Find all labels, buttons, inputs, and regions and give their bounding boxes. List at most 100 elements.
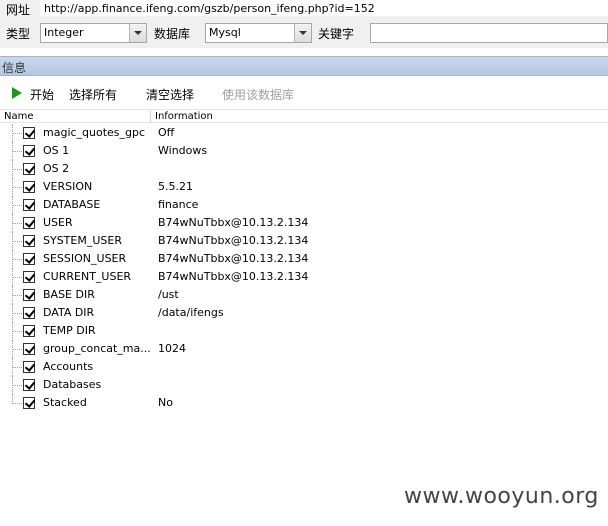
row-name: VERSION xyxy=(43,180,93,193)
tree-branch xyxy=(13,277,22,278)
row-checkbox[interactable] xyxy=(23,145,35,157)
tree-branch xyxy=(13,385,22,386)
type-select[interactable]: Integer xyxy=(40,23,147,43)
tree-row[interactable]: group_concat_ma... 1024 xyxy=(0,340,608,358)
row-name: OS 1 xyxy=(43,144,70,157)
tree-row[interactable]: SESSION_USER B74wNuTbbx@10.13.2.134 xyxy=(0,250,608,268)
tree-branch xyxy=(13,367,22,368)
tree-branch xyxy=(13,223,22,224)
tree-branch xyxy=(13,241,22,242)
info-panel-title: 信息 xyxy=(2,61,27,75)
tree-branch xyxy=(13,403,22,404)
row-name: BASE DIR xyxy=(43,288,95,301)
database-label: 数据库 xyxy=(154,27,191,41)
row-name: DATABASE xyxy=(43,198,101,211)
row-checkbox[interactable] xyxy=(23,217,35,229)
tree-branch xyxy=(13,169,22,170)
play-icon[interactable] xyxy=(12,87,22,99)
tree-row[interactable]: DATA DIR/data/ifengs xyxy=(0,304,608,322)
keyword-label: 关键字 xyxy=(318,27,355,41)
row-checkbox[interactable] xyxy=(23,127,35,139)
tree-branch xyxy=(13,151,22,152)
url-input[interactable]: http://app.finance.ifeng.com/gszb/person… xyxy=(40,0,608,16)
tree-branch xyxy=(13,187,22,188)
row-checkbox[interactable] xyxy=(23,199,35,211)
row-information: 5.5.21 xyxy=(158,180,193,193)
chevron-down-icon[interactable] xyxy=(294,24,311,42)
tree-row[interactable]: BASE DIR/ust xyxy=(0,286,608,304)
row-information: Off xyxy=(158,126,175,139)
database-select[interactable]: Mysql xyxy=(205,23,312,43)
row-information: B74wNuTbbx@10.13.2.134 xyxy=(158,252,309,265)
row-name: group_concat_ma... xyxy=(43,342,151,355)
tree-branch xyxy=(13,295,22,296)
row-name: TEMP DIR xyxy=(43,324,96,337)
row-name: DATA DIR xyxy=(43,306,95,319)
column-header-name[interactable]: Name xyxy=(4,110,34,123)
tree-row[interactable]: SYSTEM_USER B74wNuTbbx@10.13.2.134 xyxy=(0,232,608,250)
tree-branch xyxy=(13,349,22,350)
row-name: magic_quotes_gpc xyxy=(43,126,146,139)
row-checkbox[interactable] xyxy=(23,235,35,247)
tree-branch xyxy=(13,205,22,206)
connection-form: 网址 http://app.finance.ifeng.com/gszb/per… xyxy=(0,0,608,48)
separator xyxy=(0,48,608,56)
row-information: /data/ifengs xyxy=(158,306,224,319)
row-checkbox[interactable] xyxy=(23,289,35,301)
tree-row[interactable]: DATABASE finance xyxy=(0,196,608,214)
watermark: www.wooyun.org xyxy=(404,484,599,509)
tree-row[interactable]: VERSION 5.5.21 xyxy=(0,178,608,196)
row-information: Windows xyxy=(158,144,208,157)
tree-branch xyxy=(13,259,22,260)
row-name: OS 2 xyxy=(43,162,70,175)
database-select-value: Mysql xyxy=(209,26,241,39)
type-label: 类型 xyxy=(6,27,31,41)
type-select-value: Integer xyxy=(44,26,84,39)
row-information: B74wNuTbbx@10.13.2.134 xyxy=(158,270,309,283)
row-checkbox[interactable] xyxy=(23,361,35,373)
keyword-input[interactable] xyxy=(370,23,608,43)
tree-branch xyxy=(13,133,22,134)
row-name: CURRENT_USER xyxy=(43,270,132,283)
row-checkbox[interactable] xyxy=(23,397,35,409)
tree-row[interactable]: USER B74wNuTbbx@10.13.2.134 xyxy=(0,214,608,232)
start-button[interactable]: 开始 xyxy=(30,86,54,103)
column-divider[interactable] xyxy=(150,110,151,123)
row-checkbox[interactable] xyxy=(23,181,35,193)
row-information: B74wNuTbbx@10.13.2.134 xyxy=(158,216,309,229)
row-checkbox[interactable] xyxy=(23,163,35,175)
grid-header: Name Information xyxy=(0,109,608,123)
tree-row[interactable]: CURRENT_USER B74wNuTbbx@10.13.2.134 xyxy=(0,268,608,286)
tree-row[interactable]: Accounts xyxy=(0,358,608,376)
tree-row[interactable]: OS 2 xyxy=(0,160,608,178)
row-checkbox[interactable] xyxy=(23,343,35,355)
tree-branch xyxy=(13,331,22,332)
url-label: 网址 xyxy=(6,3,31,17)
row-information: /ust xyxy=(158,288,179,301)
row-name: Databases xyxy=(43,378,102,391)
tree-row[interactable]: magic_quotes_gpc Off xyxy=(0,124,608,142)
use-database-button[interactable]: 使用该数据库 xyxy=(222,86,294,103)
row-information: B74wNuTbbx@10.13.2.134 xyxy=(158,234,309,247)
row-checkbox[interactable] xyxy=(23,379,35,391)
tree-row[interactable]: OS 1 Windows xyxy=(0,142,608,160)
row-name: SYSTEM_USER xyxy=(43,234,122,247)
row-checkbox[interactable] xyxy=(23,325,35,337)
row-checkbox[interactable] xyxy=(23,307,35,319)
row-name: USER xyxy=(43,216,73,229)
row-checkbox[interactable] xyxy=(23,253,35,265)
tree-row[interactable]: TEMP DIR xyxy=(0,322,608,340)
row-information: 1024 xyxy=(158,342,186,355)
chevron-down-icon[interactable] xyxy=(129,24,146,42)
row-information: finance xyxy=(158,198,199,211)
row-name: Accounts xyxy=(43,360,94,373)
tree-row[interactable]: Stacked No xyxy=(0,394,608,412)
row-name: SESSION_USER xyxy=(43,252,127,265)
tree-branch xyxy=(13,313,22,314)
tree-row[interactable]: Databases xyxy=(0,376,608,394)
row-checkbox[interactable] xyxy=(23,271,35,283)
info-panel-header: 信息 xyxy=(0,56,608,76)
column-header-information[interactable]: Information xyxy=(155,110,213,123)
select-all-button[interactable]: 选择所有 xyxy=(69,86,117,103)
clear-selection-button[interactable]: 清空选择 xyxy=(146,86,194,103)
